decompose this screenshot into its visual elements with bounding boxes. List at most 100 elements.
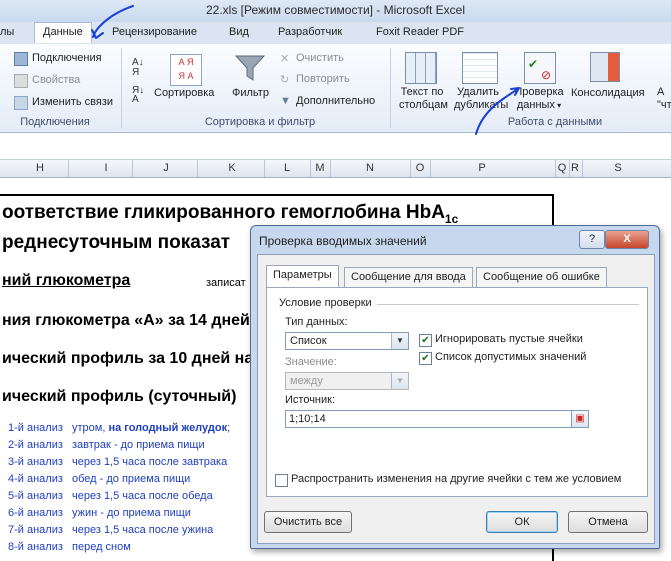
analysis-tail: ; [227,422,231,434]
reapply-button[interactable]: Повторить [296,73,350,85]
ok-button[interactable]: ОК [486,511,558,533]
cancel-button[interactable]: Отмена [568,511,648,533]
filter-button[interactable]: Фильтр [232,87,269,99]
tab-input-message[interactable]: Сообщение для ввода [344,267,473,287]
apply-all-label: Распространить изменения на другие ячейк… [291,473,622,485]
text-to-columns-line1: Текст по [400,86,444,98]
data-validation-line1: Проверка [514,86,564,98]
col-header-i[interactable]: I [96,162,116,174]
list-item: 4-й анализ обед - до приема пищи [8,473,190,485]
col-divider [264,160,265,177]
heading1-text: оответствие гликированного гемоглобина H… [2,202,445,223]
ignore-blank-checkbox[interactable]: ✔ [419,334,432,347]
analysis-text: завтрак - до приема пищи [72,439,205,451]
data-validation-icon: ✔ ⊘ [524,52,556,84]
tab-view[interactable]: Вид [229,26,249,38]
sort-za-icon[interactable]: Я↓ А [132,86,146,105]
analysis-number: 1-й анализ [8,422,63,434]
data-type-select[interactable]: Список ▼ [285,332,409,350]
clear-filter-icon: ✕ [280,53,290,65]
list-item: 3-й анализ через 1,5 часа после завтрака [8,456,227,468]
col-header-j[interactable]: J [156,162,176,174]
edit-links-button[interactable]: Изменить связи [32,96,113,108]
chevron-down-icon[interactable]: ▼ [391,373,408,389]
text-to-columns-button[interactable]: Текст по столбцам [399,86,448,112]
analysis-text: ужин - до приема пищи [72,507,191,519]
heading1-subscript: 1c [444,211,459,226]
tab-foxit[interactable]: Foxit Reader PDF [376,26,464,38]
analysis-number: 2-й анализ [8,439,63,451]
properties-icon [14,74,28,88]
source-input[interactable]: 1;10;14 [285,410,589,428]
source-label: Источник: [285,394,336,406]
clear-all-button[interactable]: Очистить все [264,511,352,533]
window-title: 22.xls [Режим совместимости] - Microsoft… [206,3,465,17]
connections-icon [14,52,28,66]
help-button[interactable]: ? [579,230,605,249]
list-item: 5-й анализ через 1,5 часа после обеда [8,490,213,502]
analysis-text: обед - до приема пищи [72,473,191,485]
data-validation-button[interactable]: Проверка данных ▾ [512,86,566,112]
whatif-button[interactable]: А "чт [657,86,671,112]
col-header-q[interactable]: Q [555,162,569,174]
group-data-tools-label: Работа с данными [507,116,603,128]
analysis-number: 4-й анализ [8,473,63,485]
col-header-h[interactable]: H [30,162,50,174]
sort-az-icon[interactable]: А↓ Я [132,58,146,80]
in-cell-dropdown-checkbox[interactable]: ✔ [419,352,432,365]
value-select-value: между [290,375,323,387]
col-header-l[interactable]: L [277,162,297,174]
ignore-blank-label: Игнорировать пустые ячейки [435,333,583,345]
tab-error-alert[interactable]: Сообщение об ошибке [476,267,607,287]
formula-bar[interactable] [0,133,671,160]
profile-10-heading: ический профиль за 10 дней на [2,350,254,367]
tab-data[interactable]: Данные [34,22,92,43]
recorded-label: записат [206,277,246,289]
tab-partial[interactable]: лы [0,26,14,38]
col-divider [430,160,431,177]
col-header-k[interactable]: K [222,162,242,174]
list-item: 1-й анализ утром, на голодный желудок; [8,422,230,434]
analysis-number: 5-й анализ [8,490,63,502]
dialog-title: Проверка вводимых значений [259,234,427,248]
col-header-r[interactable]: R [568,162,582,174]
consolidate-icon [590,52,620,82]
group-sort-filter-label: Сортировка и фильтр [204,116,316,128]
col-divider [330,160,331,177]
text-to-columns-line2: столбцам [399,99,448,111]
tab-developer[interactable]: Разработчик [278,26,342,38]
value-select[interactable]: между ▼ [285,372,409,390]
data-validation-dialog[interactable]: Проверка вводимых значений ? X Параметры… [250,225,660,549]
chevron-down-icon[interactable]: ▼ [391,333,408,349]
profile-daily-heading: ический профиль (суточный) [2,388,237,405]
clear-filter-button[interactable]: Очистить [296,52,344,64]
analysis-text: перед сном [72,541,131,553]
col-header-p[interactable]: P [472,162,492,174]
analysis-text: через 1,5 часа после ужина [72,524,214,536]
analysis-text: через 1,5 часа после обеда [72,490,213,502]
consolidate-button[interactable]: Консолидация [571,87,645,99]
col-header-n[interactable]: N [360,162,380,174]
col-header-o[interactable]: O [410,162,430,174]
connections-button[interactable]: Подключения [32,52,102,64]
data-validation-line2: данных [516,99,555,111]
properties-button[interactable]: Свойства [32,74,80,86]
tab-review[interactable]: Рецензирование [112,26,197,38]
column-headers: H I J K L M N O P Q R S [0,160,671,178]
data-type-value: Список [290,335,327,347]
filter-icon [234,55,266,81]
apply-all-checkbox[interactable] [275,474,288,487]
close-button[interactable]: X [605,230,649,249]
col-header-s[interactable]: S [608,162,628,174]
remove-duplicates-button[interactable]: Удалить дубликаты [454,86,508,112]
advanced-filter-button[interactable]: Дополнительно [296,95,375,107]
col-divider [68,160,69,177]
in-cell-dropdown-label: Список допустимых значений [435,351,587,363]
sort-button[interactable]: Сортировка [154,87,214,99]
tab-settings[interactable]: Параметры [266,265,339,288]
col-header-m[interactable]: M [310,162,330,174]
collapse-dialog-icon[interactable]: ▣ [571,410,589,428]
title-bar: 22.xls [Режим совместимости] - Microsoft… [0,0,671,22]
analysis-number: 8-й анализ [8,541,63,553]
settings-panel: Условие проверки Тип данных: Список ▼ ✔ … [266,287,648,497]
